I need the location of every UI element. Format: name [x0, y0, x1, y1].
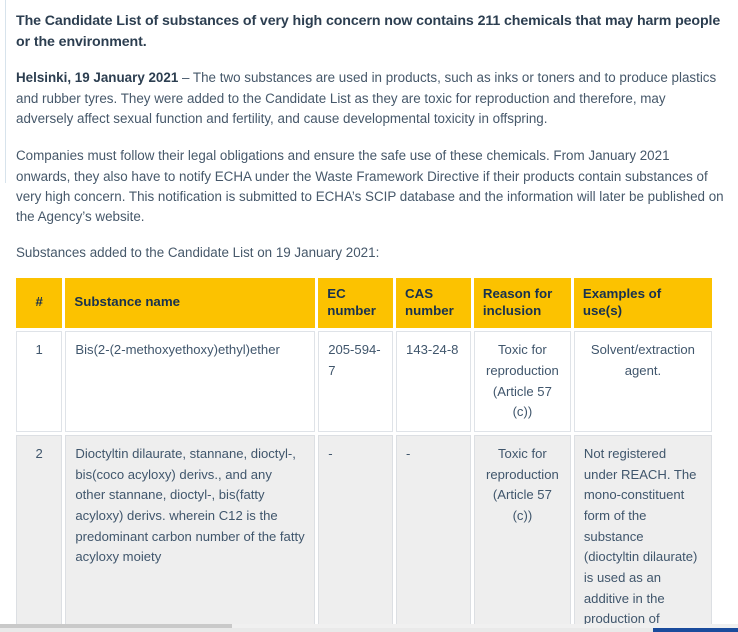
table-intro: Substances added to the Candidate List o…: [16, 244, 380, 260]
paragraph-dateline: Helsinki, 19 January 2021 – The two subs…: [16, 68, 724, 129]
cell-cas-number: -: [396, 434, 471, 626]
cell-ec-number: -: [318, 434, 394, 626]
dateline: Helsinki, 19 January 2021: [16, 70, 179, 86]
column-header-ec-number[interactable]: EC number: [318, 277, 394, 329]
table-header-row: # Substance name EC number CAS number Re…: [16, 277, 712, 329]
cell-number: 1: [16, 331, 63, 432]
cell-reason: Toxic for reproduction (Article 57 (c)): [473, 434, 571, 626]
column-header-examples-of-use[interactable]: Examples of use(s): [573, 277, 712, 329]
cell-substance-name: Dioctyltin dilaurate, stannane, dioctyl-…: [65, 434, 316, 626]
column-header-cas-number[interactable]: CAS number: [396, 277, 471, 329]
cell-examples-of-use: Not registered under REACH. The mono-con…: [573, 434, 712, 626]
cell-ec-number: 205-594-7: [318, 331, 394, 432]
substances-table: # Substance name EC number CAS number Re…: [13, 275, 715, 626]
article-body: The Candidate List of substances of very…: [0, 0, 738, 626]
paragraph-obligations: Companies must follow their legal obliga…: [16, 148, 724, 225]
column-header-reason[interactable]: Reason for inclusion: [473, 277, 571, 329]
cell-substance-name: Bis(2-(2-methoxyethoxy)ethyl)ether: [65, 331, 316, 432]
cell-examples-of-use: Solvent/extraction agent.: [573, 331, 712, 432]
table-row: 1 Bis(2-(2-methoxyethoxy)ethyl)ether 205…: [16, 331, 712, 432]
cell-number: 2: [16, 434, 63, 626]
taskbar-strip: [0, 628, 738, 632]
cell-reason: Toxic for reproduction (Article 57 (c)): [473, 331, 571, 432]
left-gutter-rule: [5, 0, 6, 183]
article-page: The Candidate List of substances of very…: [0, 0, 738, 626]
page-title: The Candidate List of substances of very…: [16, 13, 721, 50]
taskbar-accent: [653, 628, 738, 632]
table-row: 2 Dioctyltin dilaurate, stannane, diocty…: [16, 434, 712, 626]
column-header-number[interactable]: #: [16, 277, 63, 329]
cell-cas-number: 143-24-8: [396, 331, 471, 432]
column-header-substance-name[interactable]: Substance name: [65, 277, 316, 329]
